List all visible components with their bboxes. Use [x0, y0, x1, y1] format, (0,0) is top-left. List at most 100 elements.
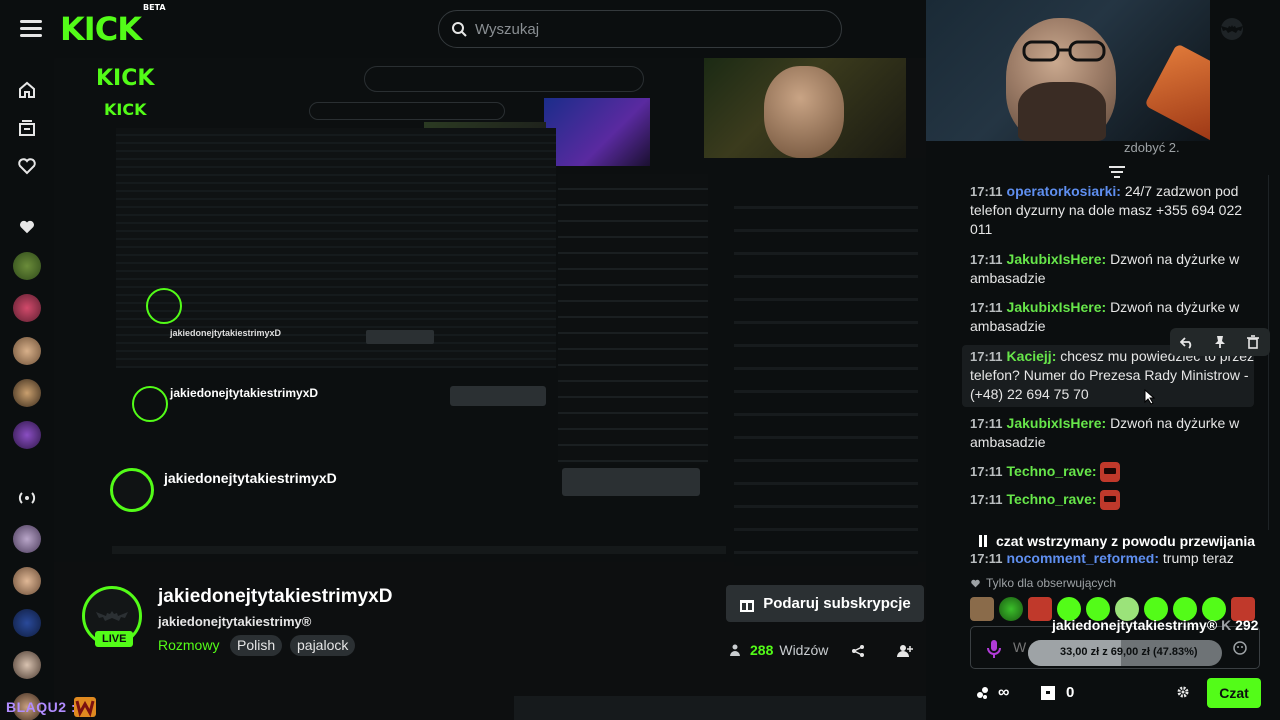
viewer-count-value: 288: [750, 642, 774, 658]
chat-scrollbar[interactable]: [1268, 175, 1280, 530]
w-badge-icon: [74, 697, 96, 717]
channel-name[interactable]: jakiedonejtytakiestrimyxD: [158, 586, 392, 608]
angry-emote-icon: [1100, 462, 1121, 483]
avatar[interactable]: [13, 567, 41, 595]
avatar[interactable]: [13, 252, 41, 280]
category-link[interactable]: Rozmowy: [158, 637, 219, 653]
kick-logo[interactable]: KICKBETA: [60, 3, 166, 48]
pin-icon[interactable]: [1213, 335, 1227, 349]
overlay-username: BLAQU2 :: [6, 699, 77, 715]
chat-message[interactable]: 17:11 JakubixIsHere: Dzwoń na dyżurke w a…: [970, 250, 1260, 288]
avatar[interactable]: [13, 421, 41, 449]
search-input[interactable]: [475, 20, 815, 38]
kick-k-icon: K: [1221, 617, 1232, 633]
chat-paused-banner[interactable]: czat wstrzymany z powodu przewijania: [966, 528, 1266, 554]
batman-logo-icon: [1221, 18, 1243, 40]
chat-box-counter[interactable]: 0: [1040, 684, 1074, 701]
follow-user-icon[interactable]: [897, 644, 913, 663]
menu-icon[interactable]: [20, 20, 42, 38]
goal-text: 33,00 zł z 69,00 zł (47.83%): [1060, 646, 1198, 658]
nested-screen: KICK KICK jakiedonejtytakiestrimyxD jaki…: [54, 58, 726, 562]
content-bar: [514, 696, 926, 720]
avatar[interactable]: [13, 379, 41, 407]
avatar[interactable]: [13, 651, 41, 679]
leaf-emote-icon[interactable]: [999, 597, 1023, 621]
infinity-icon: ∞: [998, 684, 1010, 701]
home-icon[interactable]: [15, 78, 39, 102]
reply-icon[interactable]: [1179, 335, 1194, 349]
message-user[interactable]: JakubixIsHere: [1007, 415, 1102, 431]
corner-area: [1210, 0, 1280, 100]
settings-icon[interactable]: [1176, 685, 1190, 704]
message-time: 17:11: [970, 300, 1003, 315]
chat-message[interactable]: 17:11 JakubixIsHere: Dzwoń na dyżurke w a…: [970, 414, 1260, 452]
message-user[interactable]: Techno_rave: [1007, 463, 1092, 479]
top-bar: KICKBETA: [0, 0, 926, 58]
channel-subtitle: jakiedonejtytakiestrimy®: [158, 614, 312, 629]
box-icon: [1041, 685, 1055, 700]
send-chat-button[interactable]: Czat: [1207, 678, 1261, 708]
heart-icon: [15, 215, 39, 239]
chat-message[interactable]: 17:11 Techno_rave:: [970, 462, 1260, 483]
nested-search: [364, 66, 644, 92]
batman-logo-icon: [96, 611, 128, 621]
angry-emote-icon[interactable]: [1028, 597, 1052, 621]
nested-chat: [558, 174, 708, 464]
live-signal-icon: [15, 486, 39, 510]
message-time: 17:11: [970, 416, 1003, 431]
nested-chat: [726, 158, 926, 566]
avatar[interactable]: [13, 294, 41, 322]
message-time: 17:11: [970, 252, 1003, 267]
nested-logo: KICK: [96, 66, 155, 91]
gift-subscription-label: Podaruj subskrypcje: [763, 595, 911, 612]
browse-icon[interactable]: [15, 116, 39, 140]
chat-top-text: zdobyć 2.: [1124, 140, 1180, 155]
message-user[interactable]: JakubixIsHere: [1007, 251, 1102, 267]
avatar[interactable]: [13, 525, 41, 553]
angry-emote-icon: [1100, 490, 1121, 511]
avatar[interactable]: [13, 337, 41, 365]
nested-webcam: [704, 58, 906, 158]
viewer-count: 288 Widzów: [730, 642, 828, 658]
chat-paused-text: czat wstrzymany z powodu przewijania: [996, 533, 1256, 549]
channel-points[interactable]: ∞: [976, 684, 1009, 702]
gift-icon: [740, 599, 755, 612]
search-bar[interactable]: [438, 10, 842, 48]
cursor-icon: [1144, 389, 1156, 405]
emoji-icon[interactable]: [1233, 641, 1247, 655]
chat-message[interactable]: 17:11 Techno_rave:: [970, 490, 1260, 511]
points-icon: [977, 687, 988, 699]
message-user[interactable]: Kaciejj: [1007, 348, 1052, 364]
tag-pajalock[interactable]: pajalock: [290, 635, 356, 656]
microphone-icon: [987, 640, 1001, 658]
message-user[interactable]: JakubixIsHere: [1007, 299, 1102, 315]
message-time: 17:11: [970, 464, 1003, 479]
goal-name-text: jakiedonejtytakiestrimy®: [1052, 617, 1218, 633]
message-user[interactable]: operatorkosiarki: [1007, 183, 1117, 199]
following-icon[interactable]: [15, 154, 39, 178]
tag-polish[interactable]: Polish: [230, 635, 283, 656]
nested-avatar: [146, 288, 182, 324]
nested-channel-name: jakiedonejtytakiestrimyxD: [164, 470, 337, 486]
avatar[interactable]: [13, 609, 41, 637]
nested-gift-button: [450, 386, 546, 406]
logo-badge: BETA: [142, 3, 166, 13]
share-icon[interactable]: [851, 644, 865, 663]
webcam-overlay: [926, 0, 1210, 141]
sidebar: [0, 58, 54, 720]
delete-icon[interactable]: [1246, 335, 1260, 349]
nested-webcam: [544, 98, 650, 166]
followers-only-text: Tylko dla obserwujących: [986, 576, 1117, 590]
chat-message[interactable]: 17:11 operatorkosiarki: 24/7 zadzwon pod …: [970, 182, 1260, 239]
live-badge: LIVE: [95, 631, 134, 647]
message-time: 17:11: [970, 492, 1003, 507]
message-user[interactable]: Techno_rave: [1007, 491, 1092, 507]
logo-text: KICK: [60, 10, 142, 48]
goal-name: jakiedonejtytakiestrimy® K 292: [1052, 617, 1258, 633]
cat-emote-icon[interactable]: [970, 597, 994, 621]
gift-subscription-button[interactable]: Podaruj subskrypcje: [726, 585, 924, 622]
pause-icon: [979, 535, 987, 547]
box-count: 0: [1066, 684, 1075, 701]
nested-channel-name: jakiedonejtytakiestrimyxD: [170, 328, 282, 338]
message-time: 17:11: [970, 349, 1003, 364]
